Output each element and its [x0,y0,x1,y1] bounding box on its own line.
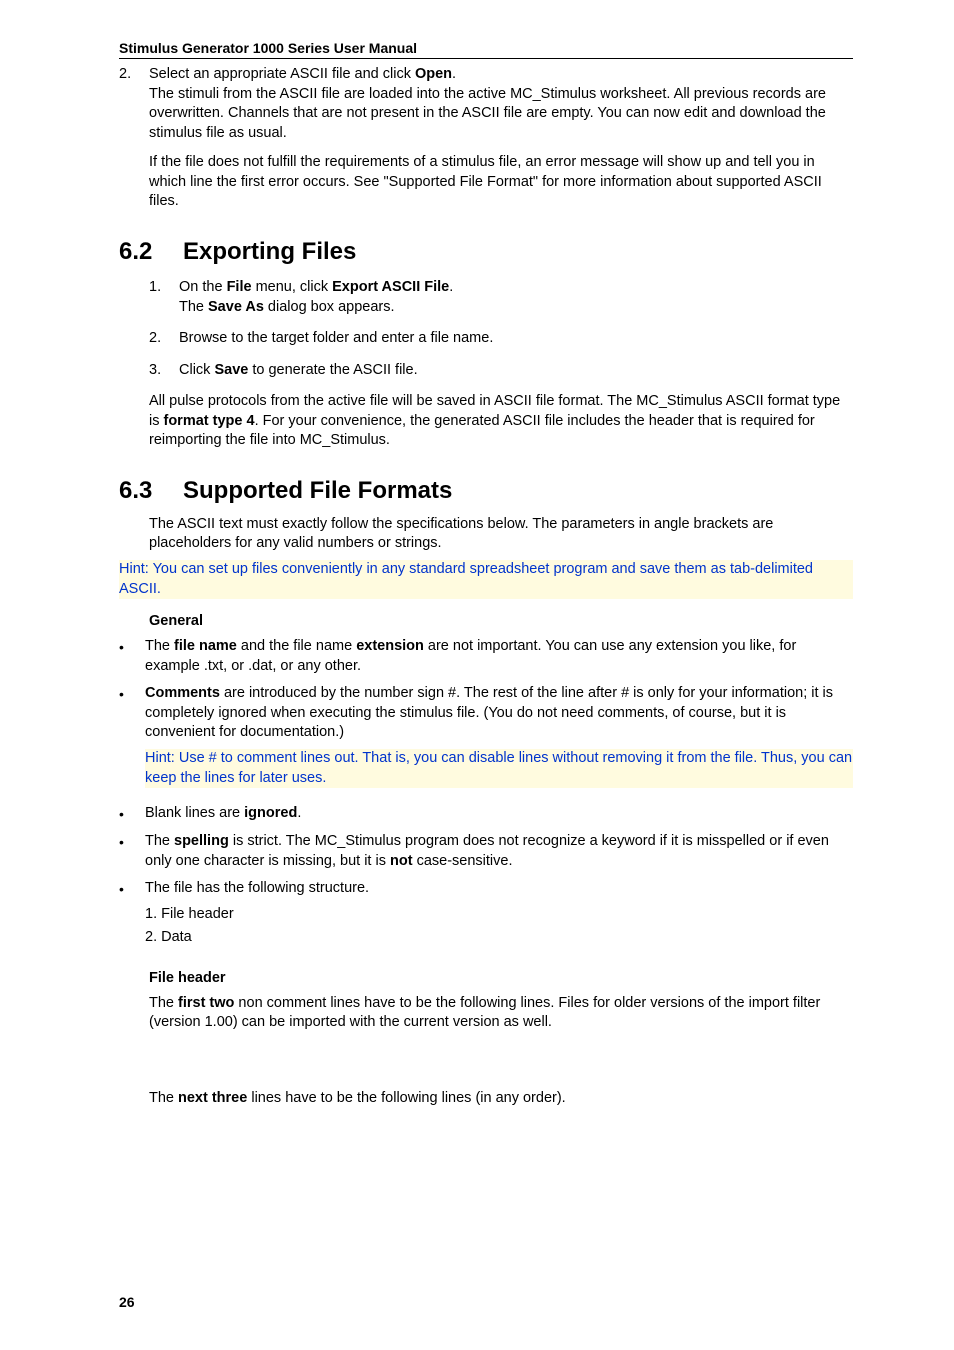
subheading-file-header: File header [149,970,853,986]
text: are introduced by the number sign #. The… [145,685,833,740]
bold-extension: extension [356,638,424,654]
section-heading-6-2: 6.2 Exporting Files [119,238,853,266]
manual-header: Stimulus Generator 1000 Series User Manu… [119,40,853,59]
text: The file has the following structure. [145,880,369,896]
section-number: 6.3 [119,477,165,505]
text: On the [179,279,227,295]
bold-save: Save [214,362,248,378]
hint-box: Hint: You can set up files conveniently … [119,560,853,599]
text: dialog box appears. [264,299,395,315]
text: Browse to the target folder and enter a … [179,329,493,349]
bold-ignored: ignored [244,805,297,821]
bold-first-two: first two [178,995,234,1011]
section-heading-6-3: 6.3 Supported File Formats [119,477,853,505]
text: The [149,1090,178,1106]
text: Blank lines are [145,805,244,821]
bold-spelling: spelling [174,833,229,849]
bullet-icon: • [119,879,129,948]
bullet-icon: • [119,637,129,676]
bullet-icon: • [119,804,129,824]
open-bold: Open [415,66,452,82]
text: to generate the ASCII file. [248,362,417,378]
step-number: 2. [119,65,139,212]
step-number: 1. [149,278,169,317]
text: If the file does not fulfill the require… [149,153,853,212]
text: menu, click [252,279,333,295]
text: 1. File header [145,905,369,925]
text: case-sensitive. [413,853,513,869]
text: and the file name [237,638,356,654]
bold-next-three: next three [178,1090,247,1106]
subheading-general: General [149,613,853,629]
text: non comment lines have to be the followi… [149,995,820,1031]
text: The [145,833,174,849]
bold-saveas: Save As [208,299,264,315]
bullet-item: • The file name and the file name extens… [149,637,853,676]
bold-not: not [390,853,413,869]
bullet-item: • Comments are introduced by the number … [149,684,853,796]
bullet-icon: • [119,684,129,796]
bullet-item: • The file has the following structure. … [149,879,853,948]
bold-file-name: file name [174,638,237,654]
bullet-item: • The spelling is strict. The MC_Stimulu… [149,832,853,871]
step-number: 2. [149,329,169,349]
text: Select an appropriate ASCII file and cli… [149,66,415,82]
bold-comments: Comments [145,685,220,701]
list-item: 3. Click Save to generate the ASCII file… [149,361,853,381]
list-item: 1. On the File menu, click Export ASCII … [149,278,853,317]
text: . [449,279,453,295]
text: 2. Data [145,928,369,948]
hint-box: Hint: Use # to comment lines out. That i… [145,749,853,788]
text: The [149,995,178,1011]
bullet-item: • Blank lines are ignored. [149,804,853,824]
text: lines have to be the following lines (in… [247,1090,565,1106]
text: The [145,638,174,654]
bullet-icon: • [119,832,129,871]
text: The ASCII text must exactly follow the s… [149,515,853,554]
section-title: Exporting Files [183,238,356,266]
bold-export: Export ASCII File [332,279,449,295]
page-number: 26 [119,1294,135,1310]
bold-file: File [227,279,252,295]
section-number: 6.2 [119,238,165,266]
text: Click [179,362,214,378]
list-item: 2. Browse to the target folder and enter… [149,329,853,349]
list-item-step2: 2. Select an appropriate ASCII file and … [119,65,853,212]
text: . [297,805,301,821]
text: . [452,66,456,82]
section-title: Supported File Formats [183,477,452,505]
text: The stimuli from the ASCII file are load… [149,85,853,144]
bold-format-type-4: format type 4 [164,413,255,429]
step-number: 3. [149,361,169,381]
text: The [179,299,208,315]
